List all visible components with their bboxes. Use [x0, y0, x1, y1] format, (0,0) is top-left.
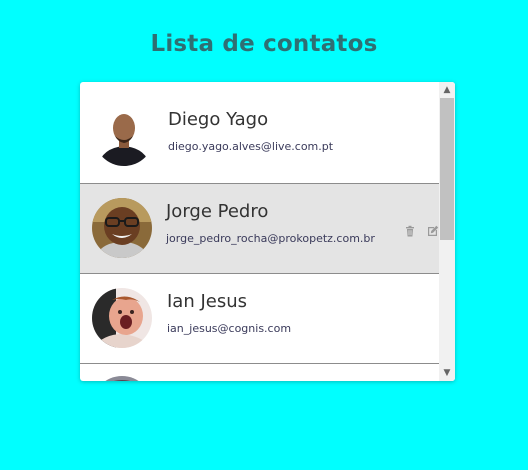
edit-icon[interactable]: [427, 222, 439, 236]
scrollbar-thumb[interactable]: [440, 98, 454, 240]
scrollbar[interactable]: ▲ ▼: [439, 82, 455, 381]
scroll-down-arrow-icon[interactable]: ▼: [439, 365, 455, 381]
contact-email: jorge_pedro_rocha@prokopetz.com.br: [166, 232, 375, 245]
contacts-panel: Diego Yago diego.yago.alves@live.com.pt …: [80, 82, 455, 381]
contact-name: Ian Jesus: [167, 291, 248, 312]
avatar: [92, 376, 152, 381]
contact-list[interactable]: Diego Yago diego.yago.alves@live.com.pt …: [80, 82, 439, 381]
trash-icon[interactable]: [404, 222, 416, 237]
contact-row[interactable]: [80, 364, 439, 381]
contact-email: ian_jesus@cognis.com: [167, 322, 292, 335]
contact-row[interactable]: Ian Jesus ian_jesus@cognis.com: [80, 274, 439, 364]
contact-row[interactable]: Jorge Pedro jorge_pedro_rocha@prokopetz.…: [80, 184, 439, 274]
contact-email: diego.yago.alves@live.com.pt: [168, 140, 334, 153]
avatar: [94, 106, 154, 166]
avatar: [92, 288, 152, 348]
contact-name: Diego Yago: [168, 109, 269, 130]
contact-name: Jorge Pedro: [166, 201, 269, 222]
contact-row[interactable]: Diego Yago diego.yago.alves@live.com.pt: [80, 82, 439, 184]
avatar: [92, 198, 152, 258]
page-title: Lista de contatos: [150, 31, 378, 57]
scroll-up-arrow-icon[interactable]: ▲: [439, 82, 455, 98]
